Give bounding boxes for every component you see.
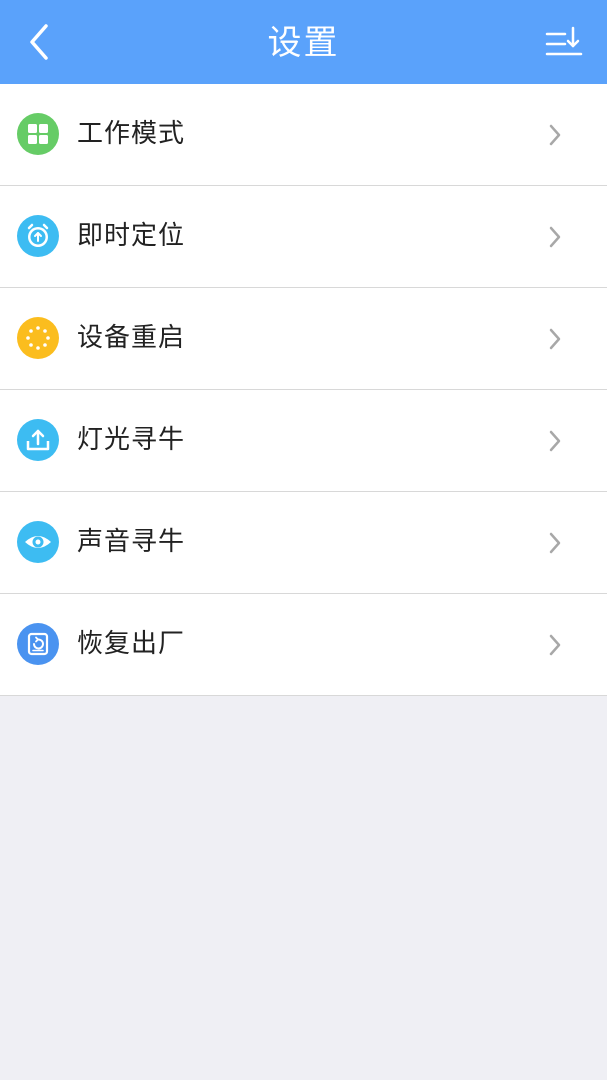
settings-item-label: 设备重启 [77, 323, 186, 353]
settings-item-work-mode[interactable]: 工作模式 [0, 84, 607, 186]
upload-icon [17, 419, 59, 461]
chevron-right-icon [549, 532, 561, 554]
settings-item-label: 工作模式 [77, 119, 186, 149]
eye-icon [17, 521, 59, 563]
grid-apps-icon [17, 113, 59, 155]
chevron-right-icon [549, 328, 561, 350]
chevron-right-icon [549, 634, 561, 656]
settings-item-sound-find-cattle[interactable]: 声音寻牛 [0, 492, 607, 594]
settings-item-label: 即时定位 [77, 221, 186, 251]
settings-item-factory-reset[interactable]: 恢复出厂 [0, 594, 607, 696]
sort-descending-icon[interactable] [545, 26, 585, 62]
settings-item-instant-location[interactable]: 即时定位 [0, 186, 607, 288]
chevron-right-icon [549, 430, 561, 452]
chevron-right-icon [549, 124, 561, 146]
page-title: 设置 [267, 23, 340, 63]
settings-item-label: 灯光寻牛 [77, 425, 186, 455]
settings-item-device-restart[interactable]: 设备重启 [0, 288, 607, 390]
top-navigation-bar: 设置 [0, 0, 607, 84]
chevron-right-icon [549, 226, 561, 248]
settings-item-label: 声音寻牛 [77, 527, 186, 557]
loading-spinner-icon [17, 317, 59, 359]
restore-icon [17, 623, 59, 665]
alarm-clock-icon [17, 215, 59, 257]
settings-item-label: 恢复出厂 [77, 629, 186, 659]
settings-list: 工作模式 即时定位 设备重启 灯光寻牛 声音寻牛 恢复出厂 [0, 84, 607, 696]
settings-item-light-find-cattle[interactable]: 灯光寻牛 [0, 390, 607, 492]
